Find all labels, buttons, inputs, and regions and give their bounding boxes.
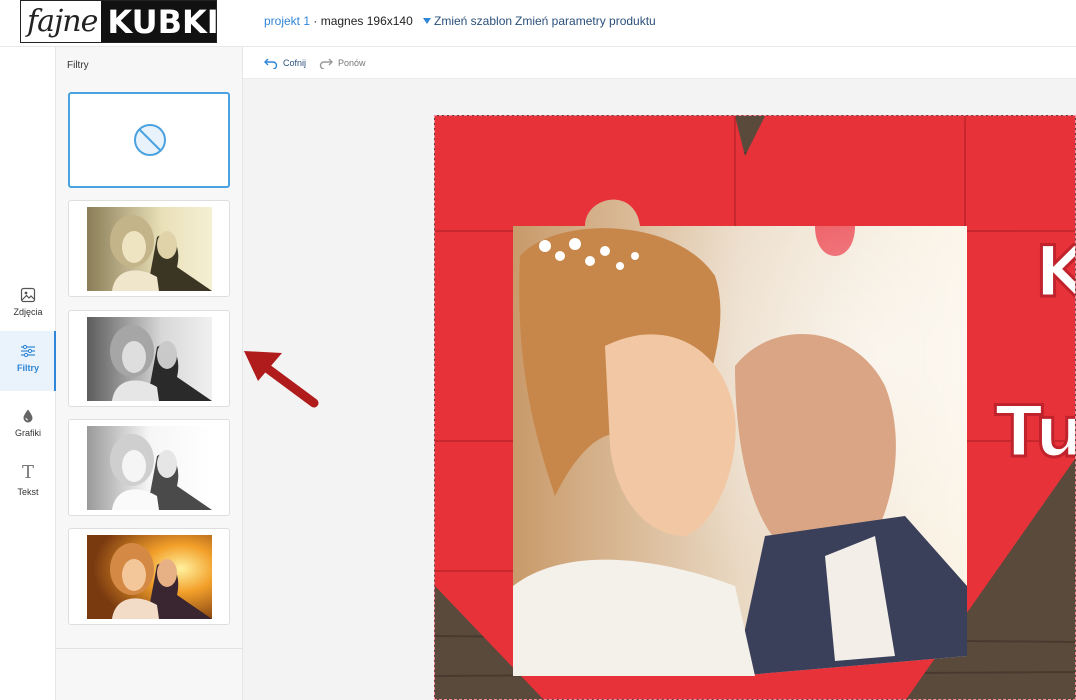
image-icon (20, 287, 36, 303)
filter-sepia[interactable] (68, 200, 230, 297)
no-filter-icon (134, 124, 166, 156)
project-selector[interactable]: projekt 1 · magnes 196x140 (264, 14, 431, 28)
filter-thumbnail (87, 207, 212, 291)
rail-item-photos[interactable]: Zdjęcia (0, 279, 56, 337)
filter-grayscale[interactable] (68, 310, 230, 407)
caret-down-icon (422, 18, 431, 24)
logo-script: fajne (27, 4, 98, 39)
redo-label: Ponów (338, 58, 366, 68)
filter-warm[interactable] (68, 528, 230, 625)
drop-icon (23, 409, 33, 423)
undo-label: Cofnij (283, 58, 307, 68)
overlay-text-1: K (1035, 231, 1076, 313)
overlay-text-2: Tu (995, 391, 1076, 473)
filter-thumbnail (87, 535, 212, 619)
filter-thumbnail (87, 317, 212, 401)
undo-button[interactable]: Cofnij (264, 57, 306, 69)
filter-bright-bw[interactable] (68, 419, 230, 516)
project-name: projekt 1 (264, 14, 311, 28)
filters-panel: Filtry (56, 47, 243, 700)
redo-button[interactable]: Ponów (319, 57, 366, 69)
rail-label-filters: Filtry (16, 363, 39, 373)
filter-none[interactable] (68, 92, 230, 188)
text-icon: T (21, 462, 34, 483)
panel-title: Filtry (67, 60, 89, 71)
rail-item-graphics[interactable]: Grafiki (0, 400, 56, 458)
edit-toolbar: Cofnij Ponów (243, 47, 1076, 79)
pointer-arrow-icon (244, 351, 319, 408)
sliders-icon (21, 344, 35, 358)
rail-label-text: Tekst (17, 487, 39, 497)
design-artboard[interactable]: K Tu (434, 115, 1076, 700)
undo-icon (264, 58, 278, 69)
logo[interactable]: fajne KUBKI (20, 0, 217, 43)
product-name: magnes 196x140 (320, 14, 413, 28)
top-bar: fajne KUBKI projekt 1 · magnes 196x140 Z… (0, 0, 1076, 47)
filter-thumbnail (87, 426, 212, 510)
change-params-link[interactable]: Zmień parametry produktu (515, 14, 656, 28)
logo-bold: KUBKI (101, 1, 216, 42)
canvas-area: K Tu (243, 79, 1076, 700)
redo-icon (319, 58, 333, 69)
rail-label-photos: Zdjęcia (13, 307, 43, 317)
project-separator: · (310, 14, 321, 28)
panel-divider (56, 648, 243, 649)
change-template-link[interactable]: Zmień szablon (434, 14, 512, 28)
left-rail: Zdjęcia Filtry Grafiki T Tekst (0, 47, 57, 700)
rail-label-graphics: Grafiki (14, 428, 41, 438)
design-preview: K Tu (435, 116, 1076, 699)
rail-item-text[interactable]: T Tekst (0, 459, 56, 517)
rail-item-filters[interactable]: Filtry (0, 331, 57, 391)
